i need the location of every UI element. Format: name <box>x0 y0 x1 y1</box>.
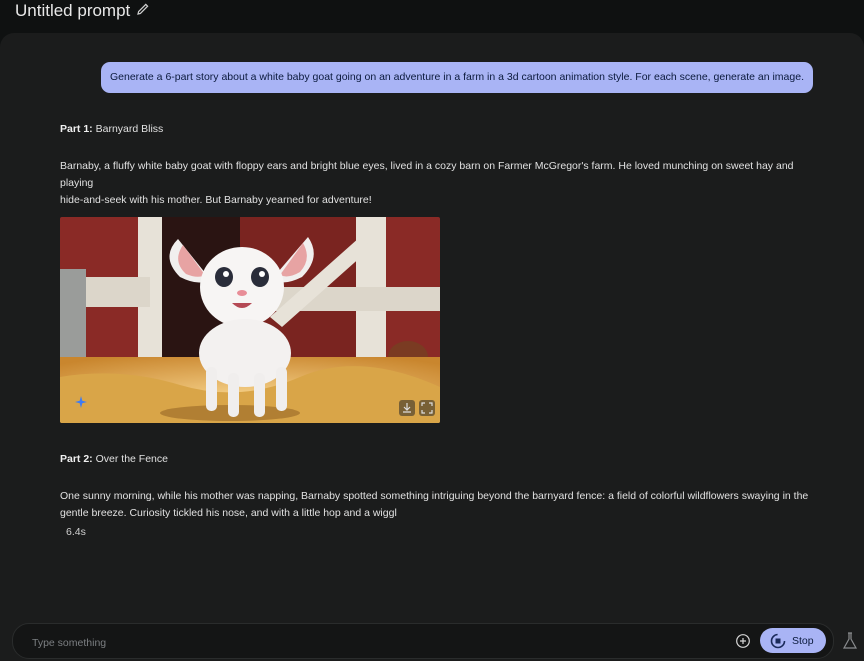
user-message-bubble: Generate a 6-part story about a white ba… <box>100 62 813 93</box>
prompt-input[interactable] <box>30 634 684 652</box>
sparkle-icon <box>75 396 87 408</box>
part2-heading: Part 2: Over the Fence <box>60 451 820 468</box>
part1-title: Barnyard Bliss <box>95 123 164 135</box>
part1-label: Part 1: <box>60 123 93 135</box>
part1-paragraph: Barnaby, a fluffy white baby goat with f… <box>60 158 820 209</box>
download-icon <box>403 403 411 413</box>
generation-time: 6.4s <box>66 526 86 538</box>
part2-line: gentle breeze. Curiosity tickled his nos… <box>60 507 397 519</box>
expand-icon <box>421 402 433 414</box>
part2-paragraph: One sunny morning, while his mother was … <box>60 488 820 522</box>
add-attachment-button[interactable] <box>735 633 751 649</box>
part2-label: Part 2: <box>60 453 93 465</box>
stop-icon <box>770 633 786 649</box>
flask-icon <box>842 632 858 649</box>
edit-title-button[interactable] <box>136 2 152 18</box>
part1-line: hide-and-seek with his mother. But Barna… <box>60 194 372 206</box>
part2-line: One sunny morning, while his mother was … <box>60 490 809 502</box>
download-button[interactable] <box>399 400 415 416</box>
page-title: Untitled prompt <box>15 1 131 20</box>
plus-circle-icon <box>736 634 750 648</box>
top-bar: Untitled prompt <box>0 0 864 32</box>
goat-illustration <box>60 217 440 423</box>
fullscreen-button[interactable] <box>419 400 435 416</box>
scene-image[interactable] <box>60 217 440 423</box>
part1-line: Barnaby, a fluffy white baby goat with f… <box>60 160 794 189</box>
tune-button[interactable] <box>842 632 858 650</box>
part2-title: Over the Fence <box>95 453 168 465</box>
stop-button[interactable]: Stop <box>760 628 826 653</box>
pencil-icon <box>137 3 149 15</box>
stop-label: Stop <box>792 635 814 647</box>
part1-heading: Part 1: Barnyard Bliss <box>60 121 820 138</box>
